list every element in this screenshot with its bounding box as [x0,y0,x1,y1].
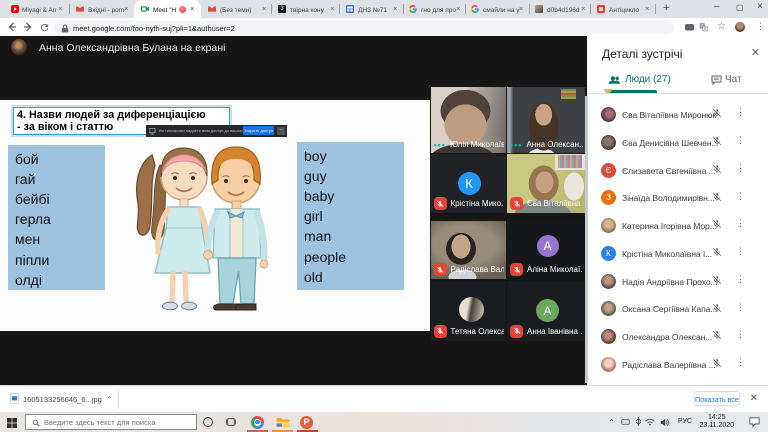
svg-text:文: 文 [703,25,707,31]
